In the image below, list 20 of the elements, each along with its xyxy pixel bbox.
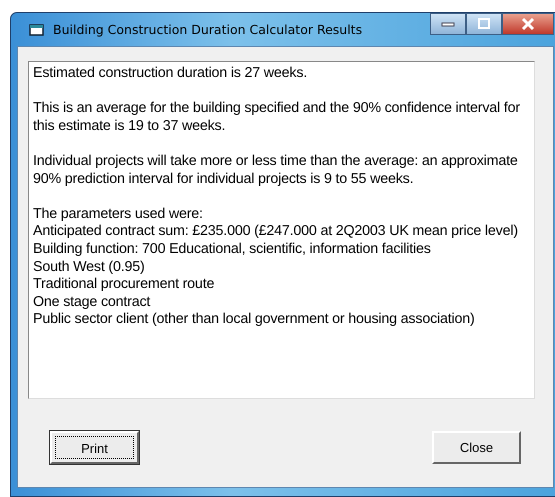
window-icon: [29, 22, 45, 36]
result-paragraph: Estimated construction duration is 27 weeks.: [33, 65, 308, 83]
parameter-line: Public sector client (other than local government or housing association): [33, 311, 476, 329]
close-icon: [521, 18, 535, 30]
print-button[interactable]: Print: [50, 431, 139, 464]
close-button[interactable]: [502, 13, 554, 35]
parameter-line: Anticipated contract sum: £235.000 (£247.000 at 2Q2003 UK mean price level): [33, 223, 519, 241]
maximize-button[interactable]: [466, 13, 502, 35]
parameters-heading: The parameters used were:: [33, 206, 204, 224]
parameter-line: One stage contract: [33, 294, 152, 312]
parameter-line: South West (0.95): [33, 258, 146, 276]
result-paragraph: This is an average for the building specified and the 90% confidence interval for this estimate is 19 to 37 weeks.: [33, 100, 521, 136]
maximize-icon: [477, 18, 491, 30]
parameter-line: Traditional procurement route: [33, 276, 216, 294]
window-title: Building Construction Duration Calculator Results: [53, 22, 364, 37]
parameter-line: Building function: 700 Educational, scientific, information facilities: [33, 240, 432, 259]
minimize-button[interactable]: [430, 13, 466, 35]
close-dialog-button[interactable]: Close: [432, 431, 521, 464]
result-paragraph: Individual projects will take more or less time than the average: an approximate 90% prediction interval for individual projects is 9 to 55 weeks.: [33, 152, 519, 188]
minimize-icon: [441, 21, 455, 27]
